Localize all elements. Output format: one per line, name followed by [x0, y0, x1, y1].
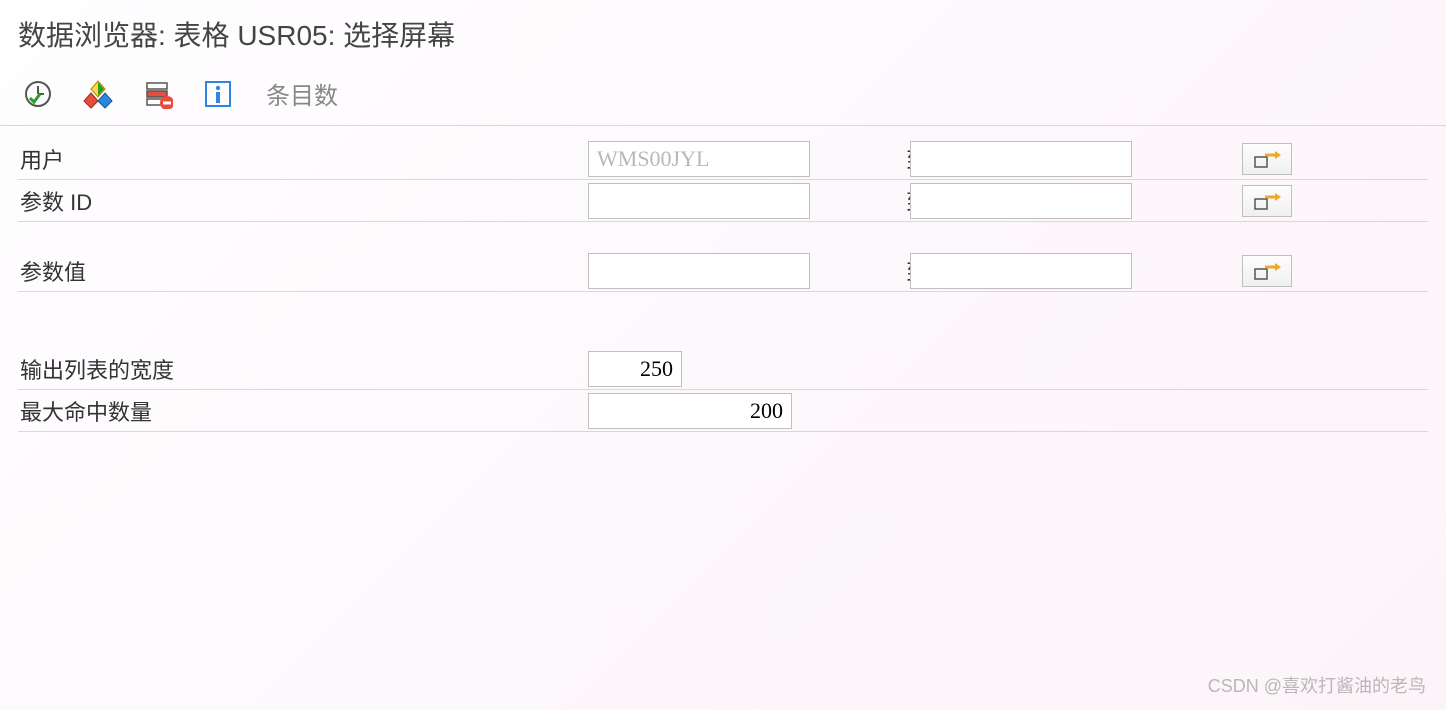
list-width-input[interactable] [588, 351, 682, 387]
delete-icon[interactable] [142, 78, 174, 110]
page-title: 数据浏览器: 表格 USR05: 选择屏幕 [0, 0, 1446, 66]
entries-count-label[interactable]: 条目数 [266, 76, 338, 111]
user-multiselect-button[interactable] [1242, 143, 1292, 175]
info-icon[interactable] [202, 78, 234, 110]
param-id-to-label: 到 [810, 185, 910, 217]
execute-icon[interactable] [22, 78, 54, 110]
param-id-multiselect-button[interactable] [1242, 185, 1292, 217]
row-param-id: 参数 ID 到 [18, 180, 1428, 222]
toolbar: 条目数 [0, 66, 1446, 126]
variant-icon[interactable] [82, 78, 114, 110]
param-val-input-to[interactable] [910, 253, 1132, 289]
user-input-from[interactable] [588, 141, 810, 177]
user-input-to[interactable] [910, 141, 1132, 177]
param-val-to-label: 到 [810, 255, 910, 287]
row-user: 用户 到 [18, 138, 1428, 180]
user-label: 用户 [18, 143, 588, 175]
param-val-input-from[interactable] [588, 253, 810, 289]
list-width-label: 输出列表的宽度 [18, 353, 588, 385]
param-val-multiselect-button[interactable] [1242, 255, 1292, 287]
param-val-label: 参数值 [18, 255, 588, 287]
row-max-hits: 最大命中数量 [18, 390, 1428, 432]
selection-form: 用户 到 参数 ID 到 参数值 到 [0, 126, 1446, 432]
row-list-width: 输出列表的宽度 [18, 348, 1428, 390]
user-to-label: 到 [810, 143, 910, 175]
param-id-input-to[interactable] [910, 183, 1132, 219]
max-hits-input[interactable] [588, 393, 792, 429]
max-hits-label: 最大命中数量 [18, 395, 588, 427]
param-id-label: 参数 ID [18, 185, 588, 217]
row-param-val: 参数值 到 [18, 250, 1428, 292]
param-id-input-from[interactable] [588, 183, 810, 219]
watermark: CSDN @喜欢打酱油的老鸟 [1208, 672, 1426, 698]
